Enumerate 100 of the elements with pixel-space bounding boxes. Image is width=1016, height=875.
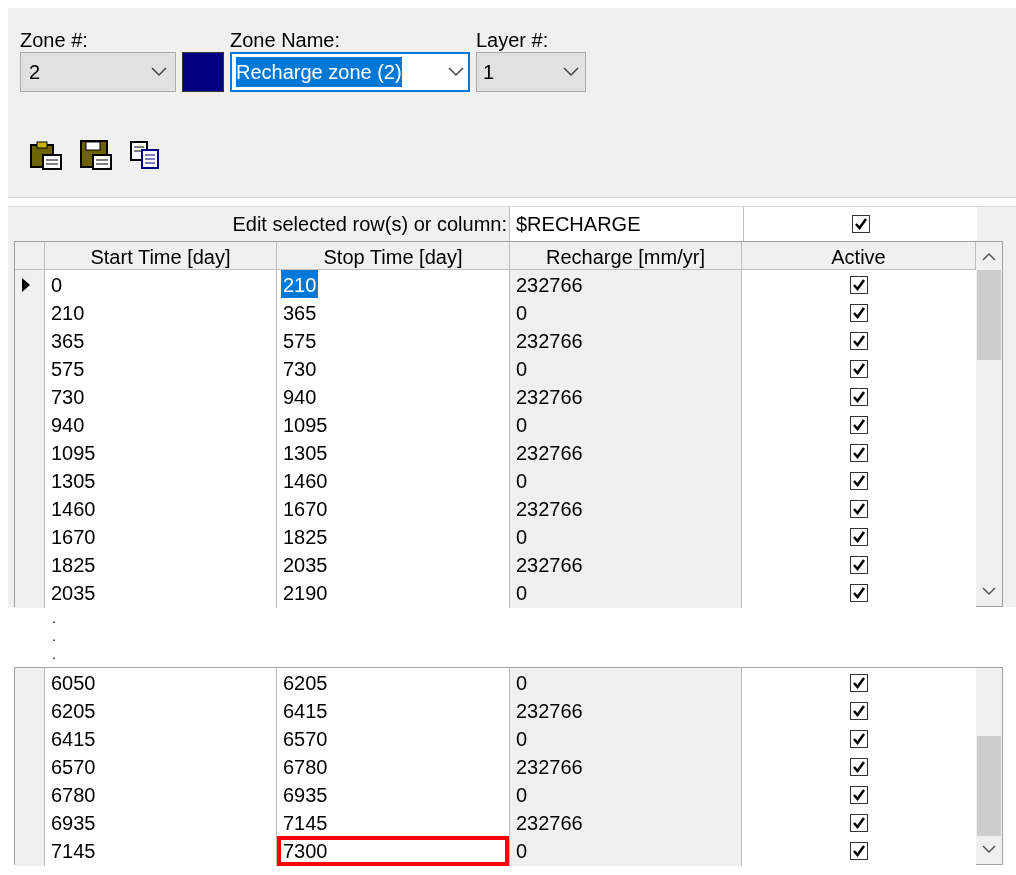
ellipsis-dot: .: [52, 609, 57, 627]
table-cell-text: 0: [516, 783, 528, 808]
table-cell-text: 0: [516, 727, 528, 752]
checkbox[interactable]: [850, 500, 868, 518]
table-cell-text: 575: [282, 329, 318, 354]
table-cell-text: 0: [516, 839, 528, 864]
table-cell-text: 232766: [516, 755, 583, 780]
checkbox[interactable]: [850, 842, 868, 860]
table-cell-text: 365: [282, 301, 318, 326]
checkbox[interactable]: [850, 276, 868, 294]
zone-dropdown[interactable]: 2: [20, 52, 176, 92]
table-cell-text: 0: [51, 273, 63, 298]
checkbox[interactable]: [850, 416, 868, 434]
table-cell-text: 1825: [282, 525, 329, 550]
scroll-thumb[interactable]: [977, 270, 1001, 360]
checkbox[interactable]: [850, 786, 868, 804]
table-cell-text: 1825: [51, 553, 96, 578]
table-cell-text: 232766: [516, 273, 583, 298]
table-cell-text: 940: [282, 385, 318, 410]
edit-bar-field[interactable]: $RECHARGE: [509, 207, 743, 241]
checkbox[interactable]: [850, 360, 868, 378]
checkbox[interactable]: [850, 702, 868, 720]
table-cell-text: 0: [516, 413, 528, 438]
checkbox[interactable]: [850, 304, 868, 322]
table-cell-text: 232766: [516, 385, 583, 410]
table-cell-text: 6415: [51, 727, 96, 752]
table-cell-text: 1460: [282, 469, 329, 494]
table-cell-text: 0: [516, 581, 528, 606]
table-cell-text: 232766: [516, 497, 583, 522]
table-cell-text: 6205: [282, 671, 329, 696]
current-row-icon: [21, 277, 31, 293]
table-cell-text: 365: [51, 329, 85, 354]
checkbox[interactable]: [850, 332, 868, 350]
table-cell-text: 2035: [51, 581, 96, 606]
table-cell-text: 730: [51, 385, 85, 410]
table-cell-text: 232766: [516, 329, 583, 354]
table-cell-text: 6570: [282, 727, 329, 752]
table-cell-text: 232766: [516, 811, 583, 836]
ellipsis-dot: .: [52, 645, 57, 663]
field-label: Zone #:: [20, 28, 89, 52]
table-cell-text: 7300: [282, 839, 329, 864]
checkbox[interactable]: [851, 215, 870, 233]
zone-name-combobox[interactable]: Recharge zone (2): [230, 52, 470, 92]
ellipsis-dot: .: [52, 627, 57, 645]
checkbox[interactable]: [850, 758, 868, 776]
table-cell-text: 575: [51, 357, 85, 382]
checkbox[interactable]: [850, 388, 868, 406]
field-label: Layer #:: [476, 28, 550, 52]
scrollbar[interactable]: [976, 668, 1002, 864]
table-cell-text: 0: [516, 671, 528, 696]
table-cell-text: 6415: [282, 699, 329, 724]
table-cell-text: 1670: [51, 525, 96, 550]
table-cell-text: 232766: [516, 441, 583, 466]
checkbox[interactable]: [850, 584, 868, 602]
table-cell-text: 0: [516, 469, 528, 494]
table-cell-text: 1460: [51, 497, 96, 522]
table-cell-text: 6935: [282, 783, 329, 808]
table-cell-text: 6205: [51, 699, 96, 724]
table-cell-text: 232766: [516, 553, 583, 578]
chevron-down-icon: [563, 67, 579, 77]
save-icon[interactable]: [80, 140, 112, 170]
edit-bar-label: Edit selected row(s) or column:: [232, 212, 507, 237]
checkbox[interactable]: [850, 528, 868, 546]
table-cell-text: 1305: [282, 441, 329, 466]
chevron-down-icon: [448, 67, 464, 77]
table-cell-text: 232766: [516, 699, 583, 724]
table-cell-text: 6570: [51, 755, 96, 780]
table-cell-text: 6780: [282, 755, 329, 780]
checkbox[interactable]: [850, 730, 868, 748]
table-cell-text: 7145: [282, 811, 329, 836]
table-cell-text: 6780: [51, 783, 96, 808]
table-cell-text: 1670: [282, 497, 329, 522]
table-cell-text: 730: [282, 357, 318, 382]
checkbox[interactable]: [850, 444, 868, 462]
table-cell-text: 7145: [51, 839, 96, 864]
table-cell-text: 0: [516, 357, 528, 382]
checkbox[interactable]: [850, 472, 868, 490]
table-cell-text: 1305: [51, 469, 96, 494]
table-cell-text: 6935: [51, 811, 96, 836]
chevron-down-icon: [151, 67, 167, 77]
table-cell: 210: [281, 270, 319, 300]
table-cell-text: 2035: [282, 553, 329, 578]
table-cell-text: 1095: [51, 441, 96, 466]
layer-dropdown[interactable]: 1: [476, 52, 586, 92]
table-cell-text: 2190: [282, 581, 329, 606]
paste-icon[interactable]: [30, 140, 62, 170]
checkbox[interactable]: [850, 674, 868, 692]
table-cell-text: 940: [51, 413, 85, 438]
color-swatch[interactable]: [182, 52, 224, 92]
scroll-thumb[interactable]: [977, 736, 1001, 836]
checkbox[interactable]: [850, 814, 868, 832]
field-label: Zone Name:: [230, 28, 342, 52]
table-cell-text: 6050: [51, 671, 96, 696]
row-header[interactable]: [15, 270, 45, 300]
table-cell-text: 0: [516, 301, 528, 326]
table-cell-text: 1095: [282, 413, 329, 438]
table-cell-text: 0: [516, 525, 528, 550]
checkbox[interactable]: [850, 556, 868, 574]
table-cell-text: 210: [51, 301, 85, 326]
copy-icon[interactable]: [130, 140, 162, 170]
